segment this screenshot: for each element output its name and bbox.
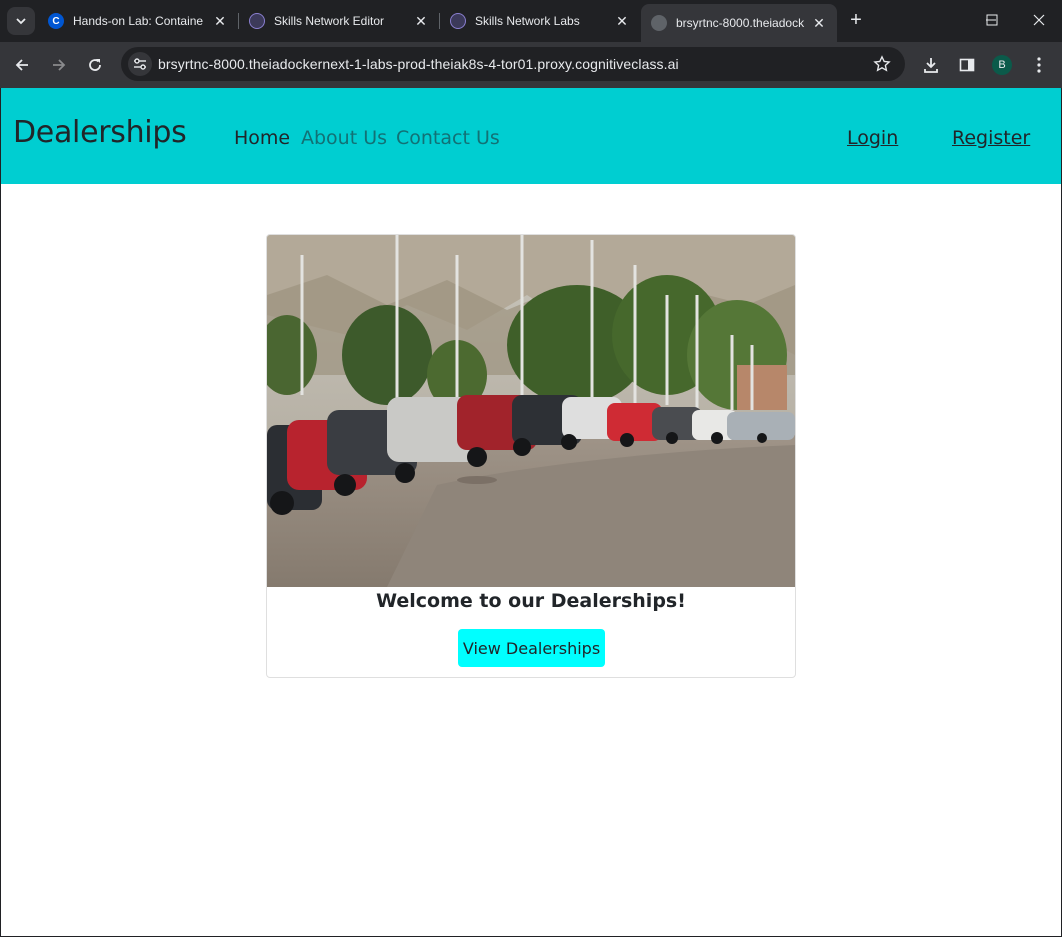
nav-home-link[interactable]: Home — [234, 127, 290, 149]
login-link[interactable]: Login — [847, 127, 898, 149]
menu-button[interactable] — [1027, 53, 1051, 77]
restore-button[interactable] — [969, 0, 1015, 40]
reload-icon — [89, 59, 101, 71]
tab-title: Skills Network Labs — [475, 14, 580, 28]
tab-title: Hands-on Lab: Containe — [73, 14, 204, 28]
welcome-card: Welcome to our Dealerships! View Dealers… — [266, 234, 796, 678]
reload-button[interactable] — [81, 51, 109, 79]
arrow-right-icon — [53, 59, 66, 71]
new-tab-button[interactable]: + — [846, 10, 866, 31]
chevron-down-icon — [16, 18, 26, 25]
site-info-button[interactable] — [128, 52, 152, 76]
close-icon[interactable]: ✕ — [614, 13, 630, 29]
close-icon[interactable]: ✕ — [413, 13, 429, 29]
register-link[interactable]: Register — [952, 127, 1030, 149]
forward-button[interactable] — [45, 51, 73, 79]
globe-icon — [651, 15, 667, 31]
tab-skills-network-editor[interactable]: Skills Network Editor ✕ — [239, 6, 439, 36]
download-icon — [924, 58, 938, 73]
coursera-icon: C — [48, 13, 64, 29]
profile-button[interactable]: B — [990, 53, 1014, 77]
url-text[interactable]: brsyrtnc-8000.theiadockernext-1-labs-pro… — [158, 56, 679, 72]
avatar: B — [992, 55, 1012, 75]
close-icon — [1033, 14, 1045, 26]
card-title: Welcome to our Dealerships! — [376, 590, 686, 612]
car-dealership-lot-photo — [267, 235, 795, 587]
back-button[interactable] — [8, 51, 36, 79]
close-icon[interactable]: ✕ — [811, 15, 827, 31]
tab-title: brsyrtnc-8000.theiadock — [676, 16, 805, 30]
tab-dealerships-app[interactable]: brsyrtnc-8000.theiadock ✕ — [641, 4, 837, 42]
skills-network-icon — [450, 13, 466, 29]
tab-search-button[interactable] — [7, 7, 35, 35]
tab-title: Skills Network Editor — [274, 14, 385, 28]
downloads-button[interactable] — [919, 53, 943, 77]
arrow-left-icon — [15, 59, 28, 71]
view-dealerships-button[interactable]: View Dealerships — [458, 629, 605, 667]
close-icon[interactable]: ✕ — [212, 13, 228, 29]
side-panel-icon — [959, 58, 975, 72]
tab-skills-network-labs[interactable]: Skills Network Labs ✕ — [440, 6, 640, 36]
tune-icon — [134, 58, 146, 70]
brand-logo[interactable]: Dealerships — [13, 115, 187, 150]
bookmark-star-icon[interactable] — [873, 55, 891, 73]
tab-strip: C Hands-on Lab: Containe ✕ Skills Networ… — [0, 0, 1062, 42]
side-panel-button[interactable] — [955, 53, 979, 77]
nav-contact-link[interactable]: Contact Us — [396, 127, 500, 149]
tab-hands-on-lab[interactable]: C Hands-on Lab: Containe ✕ — [38, 6, 238, 36]
maximize-icon — [986, 14, 998, 26]
skills-network-icon — [249, 13, 265, 29]
nav-about-link[interactable]: About Us — [301, 127, 387, 149]
page-viewport: Dealerships Home About Us Contact Us Log… — [1, 88, 1061, 936]
browser-toolbar: brsyrtnc-8000.theiadockernext-1-labs-pro… — [0, 42, 1062, 88]
address-bar[interactable]: brsyrtnc-8000.theiadockernext-1-labs-pro… — [121, 47, 905, 81]
more-vertical-icon — [1037, 57, 1041, 73]
close-window-button[interactable] — [1016, 0, 1062, 40]
site-navbar: Dealerships Home About Us Contact Us Log… — [1, 88, 1061, 184]
